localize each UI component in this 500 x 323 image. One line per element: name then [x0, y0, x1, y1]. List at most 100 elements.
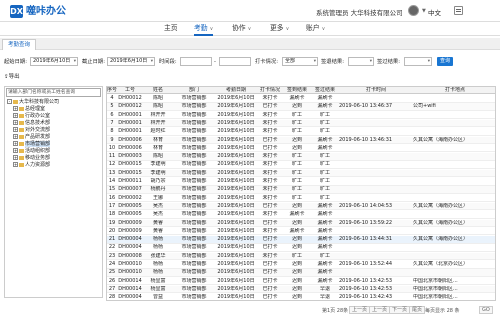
tree-node[interactable]: + 活动组织部 [7, 148, 102, 155]
nav-account[interactable]: 账户 ∨ [306, 22, 325, 36]
avatar[interactable] [408, 5, 419, 16]
clock-status-select[interactable]: 全部 ▾ [282, 57, 318, 66]
tab-attendance-query[interactable]: 考勤查询 [2, 39, 37, 50]
table-row[interactable]: 18 DH00005 吴杰 市场营销部 2019年6月10日 未打卡 漏刷卡 漏刷卡 [107, 211, 495, 219]
nav-home[interactable]: 主页 [164, 22, 178, 36]
tree-node[interactable]: - 大华科技有限公司 [7, 99, 102, 106]
table-cell: 早退 [319, 285, 330, 292]
table-row[interactable]: 28 DH00004 曾益 市场营销部 2019年6月10日 已打卡 迟到 早退 2019-06… [107, 294, 495, 301]
table-row[interactable]: 22 DH00004 杨杨 市场营销部 2019年6月10日 已打卡 迟到 漏刷卡 [107, 244, 495, 252]
table-cell [339, 161, 413, 168]
table-cell: 23 [108, 252, 116, 259]
prev-page-button[interactable]: 上一页 [369, 306, 391, 314]
first-page-button[interactable]: 上一页 [349, 306, 371, 314]
department-search-input[interactable]: 请输入部门名称或员工姓名查询 [6, 88, 101, 97]
table-cell: 中国北京市朝阳区... [413, 277, 458, 284]
table-row[interactable]: 5 DH00012 陈昭 市场营销部 2019年6月10日 已打卡 迟到 漏刷卡 2019-06… [107, 103, 495, 111]
table-row[interactable]: 12 DH00015 李建明 市场营销部 2019年6月10日 未打卡 旷工 旷工 [107, 161, 495, 169]
menu-icon[interactable] [454, 6, 463, 15]
chevron-down-icon[interactable]: ▼ [422, 8, 426, 14]
table-cell: DH00005 [118, 202, 142, 209]
table-row[interactable]: 7 DH00001 林开开 市场营销部 2019年6月10日 未打卡 旷工 旷工 [107, 119, 495, 128]
tree-node[interactable]: + 总经理室 [7, 106, 102, 113]
table-row[interactable]: 20 DH00009 黄睿 市场营销部 2019年6月10日 未打卡 漏刷卡 漏刷卡 [107, 228, 495, 236]
tree-node[interactable]: + 信息技术部 [7, 120, 102, 127]
expand-icon[interactable]: + [13, 120, 18, 125]
table-row[interactable]: 21 DH00004 杨杨 市场营销部 2019年6月10日 已打卡 迟到 漏刷卡 2019-0… [107, 236, 495, 244]
go-button[interactable]: GO [479, 306, 493, 314]
table-cell: 2019年6月10日 [217, 219, 255, 226]
table-row[interactable]: 4 DH00012 陈昭 市场营销部 2019年6月10日 未打卡 漏刷卡 漏刷卡 [107, 95, 495, 103]
export-button[interactable]: ⇪导出 [4, 72, 20, 82]
tree-node[interactable]: + 产品研发部 [7, 134, 102, 141]
table-cell [413, 170, 495, 177]
table-cell: 4 [110, 95, 114, 101]
time-start-input[interactable] [180, 57, 212, 66]
attendance-table: 序号 工号 姓名 部门 考勤日期 打卡情况 签到结果 签过结果 打卡时间 打卡地点 4 DH0001… [106, 86, 496, 301]
expand-icon[interactable]: + [13, 106, 18, 111]
top-bar: DX 噬咔办公 系统管理员 大华科技有限公司 ▼ 中文 [0, 0, 500, 22]
nav-collaboration[interactable]: 协作 ∨ [232, 22, 251, 36]
calendar-icon: ▾ [150, 59, 153, 64]
table-row[interactable]: 24 DH00010 杨杨 市场营销部 2019年6月10日 已打卡 迟到 漏刷卡 2019-0… [107, 261, 495, 269]
nav-attendance[interactable]: 考勤 ∨ [194, 22, 214, 36]
table-row[interactable]: 8 DH00001 赵时红 市场营销部 2019年6月10日 未打卡 旷工 旷工 [107, 128, 495, 136]
table-cell: DH00012 [118, 95, 142, 101]
signout-result-select[interactable]: ▾ [348, 57, 374, 66]
table-row[interactable]: 9 DH00006 林育 市场营销部 2019年6月10日 已打卡 迟到 漏刷卡 2019-06… [107, 136, 495, 144]
table-row[interactable]: 26 DH00014 杨显富 市场营销部 2019年6月10日 已打卡 迟到 漏刷卡 2019-… [107, 277, 495, 286]
table-row[interactable]: 19 DH00009 黄睿 市场营销部 2019年6月10日 已打卡 迟到 漏刷卡 2019-0… [107, 219, 495, 227]
expand-icon[interactable]: + [13, 127, 18, 132]
table-cell: 已打卡 [262, 277, 278, 284]
expand-icon[interactable]: + [13, 155, 18, 160]
table-row[interactable]: 14 DH00011 胡乃宗 市场营销部 2019年6月10日 未打卡 旷工 旷工 [107, 178, 495, 186]
table-cell: 吴杰 [152, 211, 163, 218]
table-cell: 旷工 [291, 186, 302, 193]
collapse-icon[interactable]: - [7, 99, 12, 104]
table-cell [413, 244, 495, 251]
table-row[interactable]: 6 DH00001 林开开 市场营销部 2019年6月10日 未打卡 旷工 旷工 [107, 112, 495, 120]
table-cell: 早退 [319, 294, 330, 301]
nav-more[interactable]: 更多 ∨ [270, 22, 289, 36]
table-row[interactable]: 27 DH00014 杨显富 市场营销部 2019年6月10日 已打卡 迟到 早退 2019-0… [107, 285, 495, 294]
signin-result-select[interactable]: ▾ [404, 57, 432, 66]
table-row[interactable]: 23 DH00008 张建华 市场营销部 2019年6月10日 未打卡 旷工 旷工 [107, 252, 495, 261]
table-row[interactable]: 16 DH00002 王娜 市场营销部 2019年6月10日 未打卡 旷工 旷工 [107, 195, 495, 203]
table-cell: 漏刷卡 [289, 211, 305, 218]
end-date-input[interactable]: 2019年6月10日 ▾ [107, 57, 155, 66]
table-cell: 旷工 [319, 161, 330, 168]
table-cell [339, 128, 413, 135]
column-header: 打卡情况 [259, 87, 280, 93]
table-cell: 迟到 [291, 219, 302, 226]
tree-node[interactable]: + 人力资源部 [7, 162, 102, 169]
table-cell: 已打卡 [262, 294, 278, 301]
tree-node[interactable]: + 移动业务部 [7, 155, 102, 162]
table-row[interactable]: 11 DH00003 陈昭 市场营销部 2019年6月10日 未打卡 旷工 旷工 [107, 153, 495, 161]
time-end-input[interactable] [219, 57, 251, 66]
table-cell: 杨显富 [150, 277, 166, 284]
language-switch[interactable]: 中文 [428, 7, 441, 17]
table-cell [339, 195, 413, 202]
tree-node-selected[interactable]: + 市场营销部 [7, 141, 102, 148]
expand-icon[interactable]: + [13, 134, 18, 139]
table-cell: 漏刷卡 [317, 236, 333, 243]
table-row[interactable]: 10 DH00006 林育 市场营销部 2019年6月10日 已打卡 迟到 漏刷卡 [107, 144, 495, 153]
expand-icon[interactable]: + [13, 113, 18, 118]
table-row[interactable]: 13 DH00015 李建明 市场营销部 2019年6月10日 未打卡 旷工 旷工 [107, 169, 495, 178]
table-cell [339, 211, 413, 218]
expand-icon[interactable]: + [13, 162, 18, 167]
start-date-input[interactable]: 2019年6月10日 ▾ [30, 57, 78, 66]
chevron-down-icon: ▾ [369, 59, 372, 64]
table-cell: 迟到 [291, 144, 302, 151]
table-row[interactable]: 17 DH00005 吴杰 市场营销部 2019年6月10日 已打卡 迟到 漏刷卡 2019-0… [107, 202, 495, 211]
tree-node[interactable]: + 行政办公室 [7, 113, 102, 120]
expand-icon[interactable]: + [13, 141, 18, 146]
table-row[interactable]: 15 DH00007 杨鹏丹 市场营销部 2019年6月10日 未打卡 旷工 旷工 [107, 186, 495, 194]
table-row[interactable]: 25 DH00010 杨杨 市场营销部 2019年6月10日 已打卡 迟到 漏刷卡 [107, 269, 495, 277]
expand-icon[interactable]: + [13, 148, 18, 153]
query-button[interactable]: 查询 [437, 57, 454, 66]
last-page-button[interactable]: 尾页 [409, 306, 426, 314]
next-page-button[interactable]: 下一页 [389, 306, 411, 314]
folder-icon [19, 148, 24, 153]
tree-node[interactable]: + 对外交流部 [7, 127, 102, 134]
